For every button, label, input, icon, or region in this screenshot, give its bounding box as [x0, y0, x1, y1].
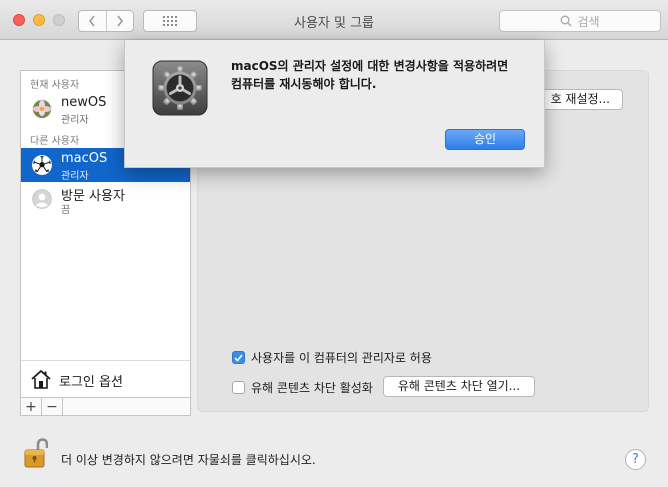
restart-required-dialog: macOS의 관리자 설정에 대한 변경사항을 적용하려면 컴퓨터를 재시동해야… — [124, 40, 545, 168]
user-name: 방문 사용자 — [61, 189, 125, 204]
user-name: newOS — [61, 95, 107, 110]
login-options-item[interactable]: 로그인 옵션 — [21, 360, 190, 399]
search-icon — [561, 15, 572, 27]
flower-avatar-icon — [32, 99, 52, 119]
add-user-button[interactable]: + — [21, 398, 42, 415]
other-users-header: 다른 사용자 — [30, 136, 80, 147]
add-remove-bar: + − — [21, 397, 190, 415]
dialog-message-line-2: 컴퓨터를 재시동해야 합니다. — [231, 77, 377, 91]
allow-admin-label: 사용자를 이 컴퓨터의 관리자로 허용 — [251, 351, 432, 365]
help-button[interactable]: ? — [625, 449, 646, 470]
guest-user-icon — [32, 189, 52, 209]
system-preferences-gear-icon — [152, 60, 208, 116]
checkmark-icon — [234, 353, 243, 362]
user-name: macOS — [61, 151, 108, 166]
approve-button[interactable]: 승인 — [445, 129, 525, 150]
lock-instruction-text: 더 이상 변경하지 않으려면 자물쇠를 클릭하십시오. — [61, 453, 316, 467]
user-role: 관리자 — [61, 115, 89, 126]
window-toolbar: 사용자 및 그룹 검색 — [0, 0, 668, 40]
open-parental-controls-button[interactable]: 유해 콘텐츠 차단 열기... — [383, 376, 535, 397]
unlocked-padlock-icon[interactable] — [24, 437, 48, 469]
soccer-ball-avatar-icon — [32, 155, 52, 175]
user-status: 끔 — [61, 205, 71, 216]
login-options-label: 로그인 옵션 — [59, 375, 123, 390]
dialog-message-line-1: macOS의 관리자 설정에 대한 변경사항을 적용하려면 — [231, 59, 509, 73]
current-users-header: 현재 사용자 — [30, 80, 80, 91]
parental-controls-label: 유해 콘텐츠 차단 활성화 — [251, 381, 373, 395]
user-row-guest[interactable]: 방문 사용자 끔 — [21, 182, 190, 216]
allow-admin-checkbox-row[interactable]: 사용자를 이 컴퓨터의 관리자로 허용 — [232, 349, 432, 366]
remove-user-button[interactable]: − — [42, 398, 63, 415]
search-placeholder: 검색 — [577, 14, 600, 29]
parental-controls-checkbox[interactable] — [232, 381, 245, 394]
allow-admin-checkbox[interactable] — [232, 351, 245, 364]
parental-controls-checkbox-row[interactable]: 유해 콘텐츠 차단 활성화 — [232, 379, 373, 396]
user-role: 관리자 — [61, 171, 89, 182]
dialog-message: macOS의 관리자 설정에 대한 변경사항을 적용하려면 컴퓨터를 재시동해야… — [231, 57, 531, 93]
house-icon — [31, 370, 51, 389]
search-field[interactable]: 검색 — [499, 10, 661, 32]
